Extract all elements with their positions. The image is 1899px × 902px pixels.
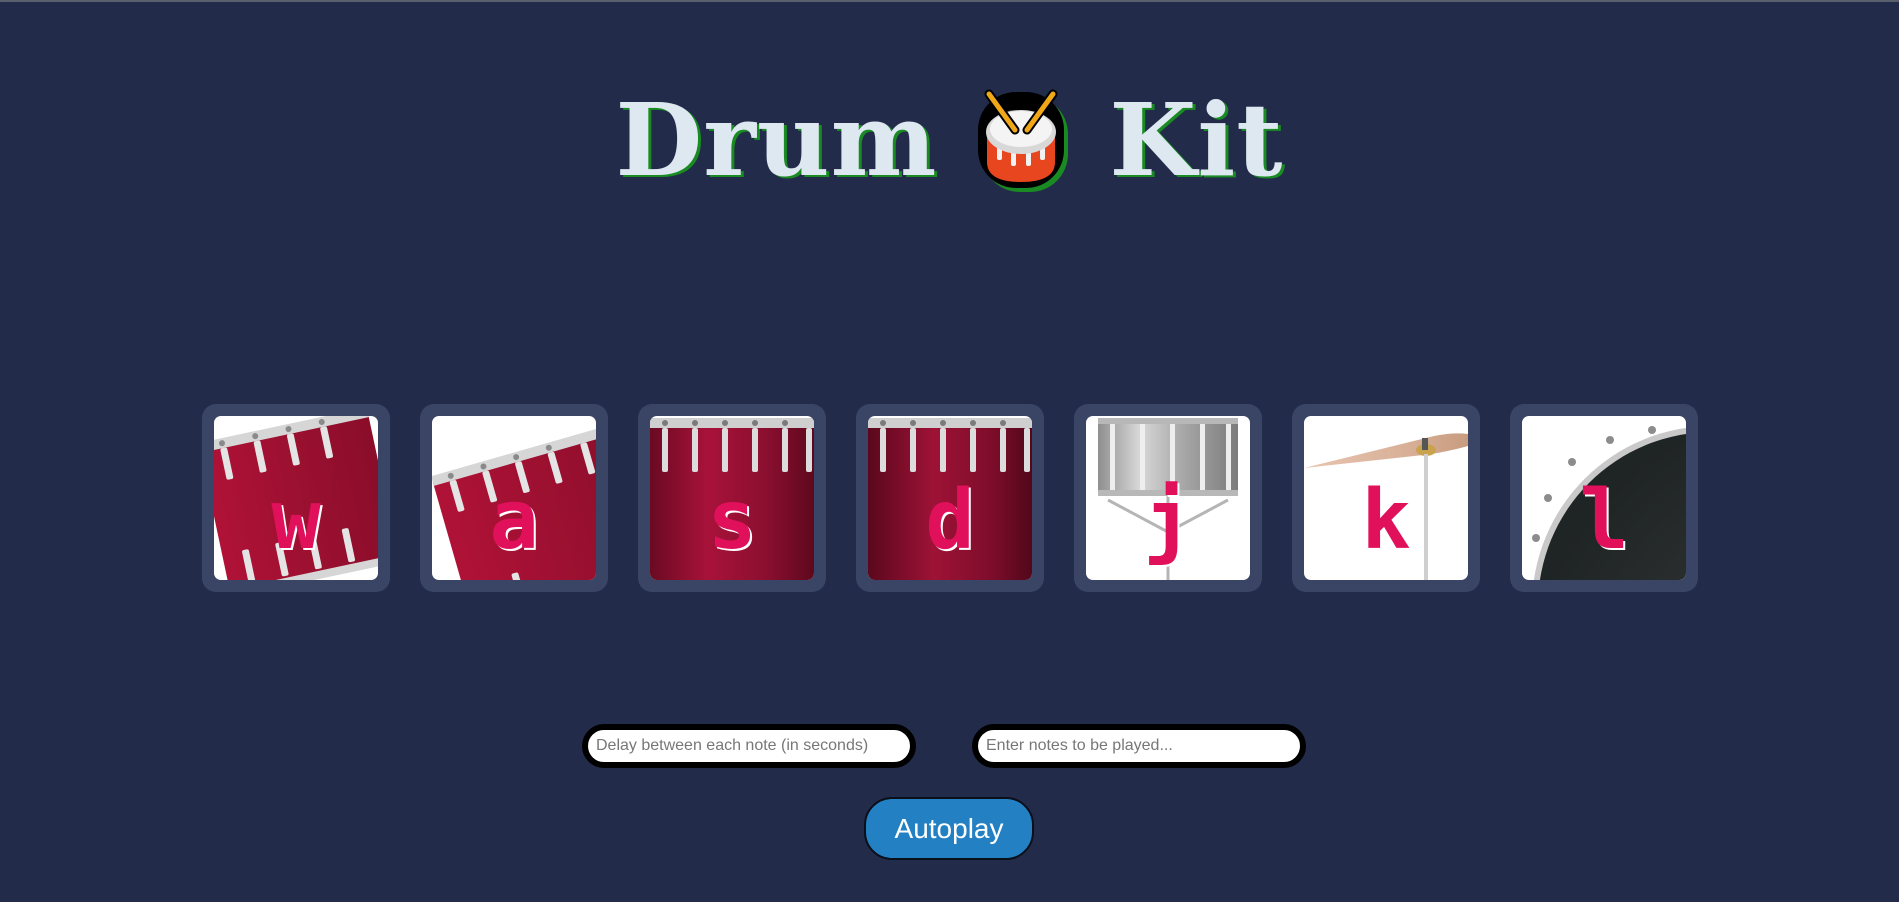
tom-1-drum-image: w [214,416,378,580]
title-word-drum: Drum [615,81,938,199]
pad-key-label: d [925,473,975,568]
kick-drum-image: l [1522,416,1686,580]
autoplay-inputs [582,724,1306,768]
autoplay-button[interactable]: Autoplay [864,797,1034,860]
window-top-border [0,0,1899,2]
pad-key-label: w [271,473,321,568]
drum-pad-k[interactable]: k [1292,404,1480,592]
pad-key-label: a [489,473,539,568]
drum-pad-s[interactable]: s [638,404,826,592]
page-title: Drum Kit [0,80,1899,200]
drum-pad-a[interactable]: a [420,404,608,592]
drum-pad-j[interactable]: j [1074,404,1262,592]
drum-pad-d[interactable]: d [856,404,1044,592]
drum-pad-w[interactable]: w [202,404,390,592]
notes-input[interactable] [972,724,1306,768]
title-word-kit: Kit [1109,81,1284,199]
tom-4-drum-image: d [868,416,1032,580]
tom-2-drum-image: a [432,416,596,580]
crash-cymbal-image: k [1304,416,1468,580]
pad-key-label: s [707,473,757,568]
snare-drum-image: j [1086,416,1250,580]
pad-key-label: j [1143,473,1193,568]
delay-input[interactable] [582,724,916,768]
pad-key-label: k [1361,473,1411,568]
pad-key-label: l [1579,473,1629,568]
drum-pad-l[interactable]: l [1510,404,1698,592]
drum-pads: w a s d j k l [202,404,1698,592]
tom-3-drum-image: s [650,416,814,580]
drum-emoji-icon [978,89,1069,192]
